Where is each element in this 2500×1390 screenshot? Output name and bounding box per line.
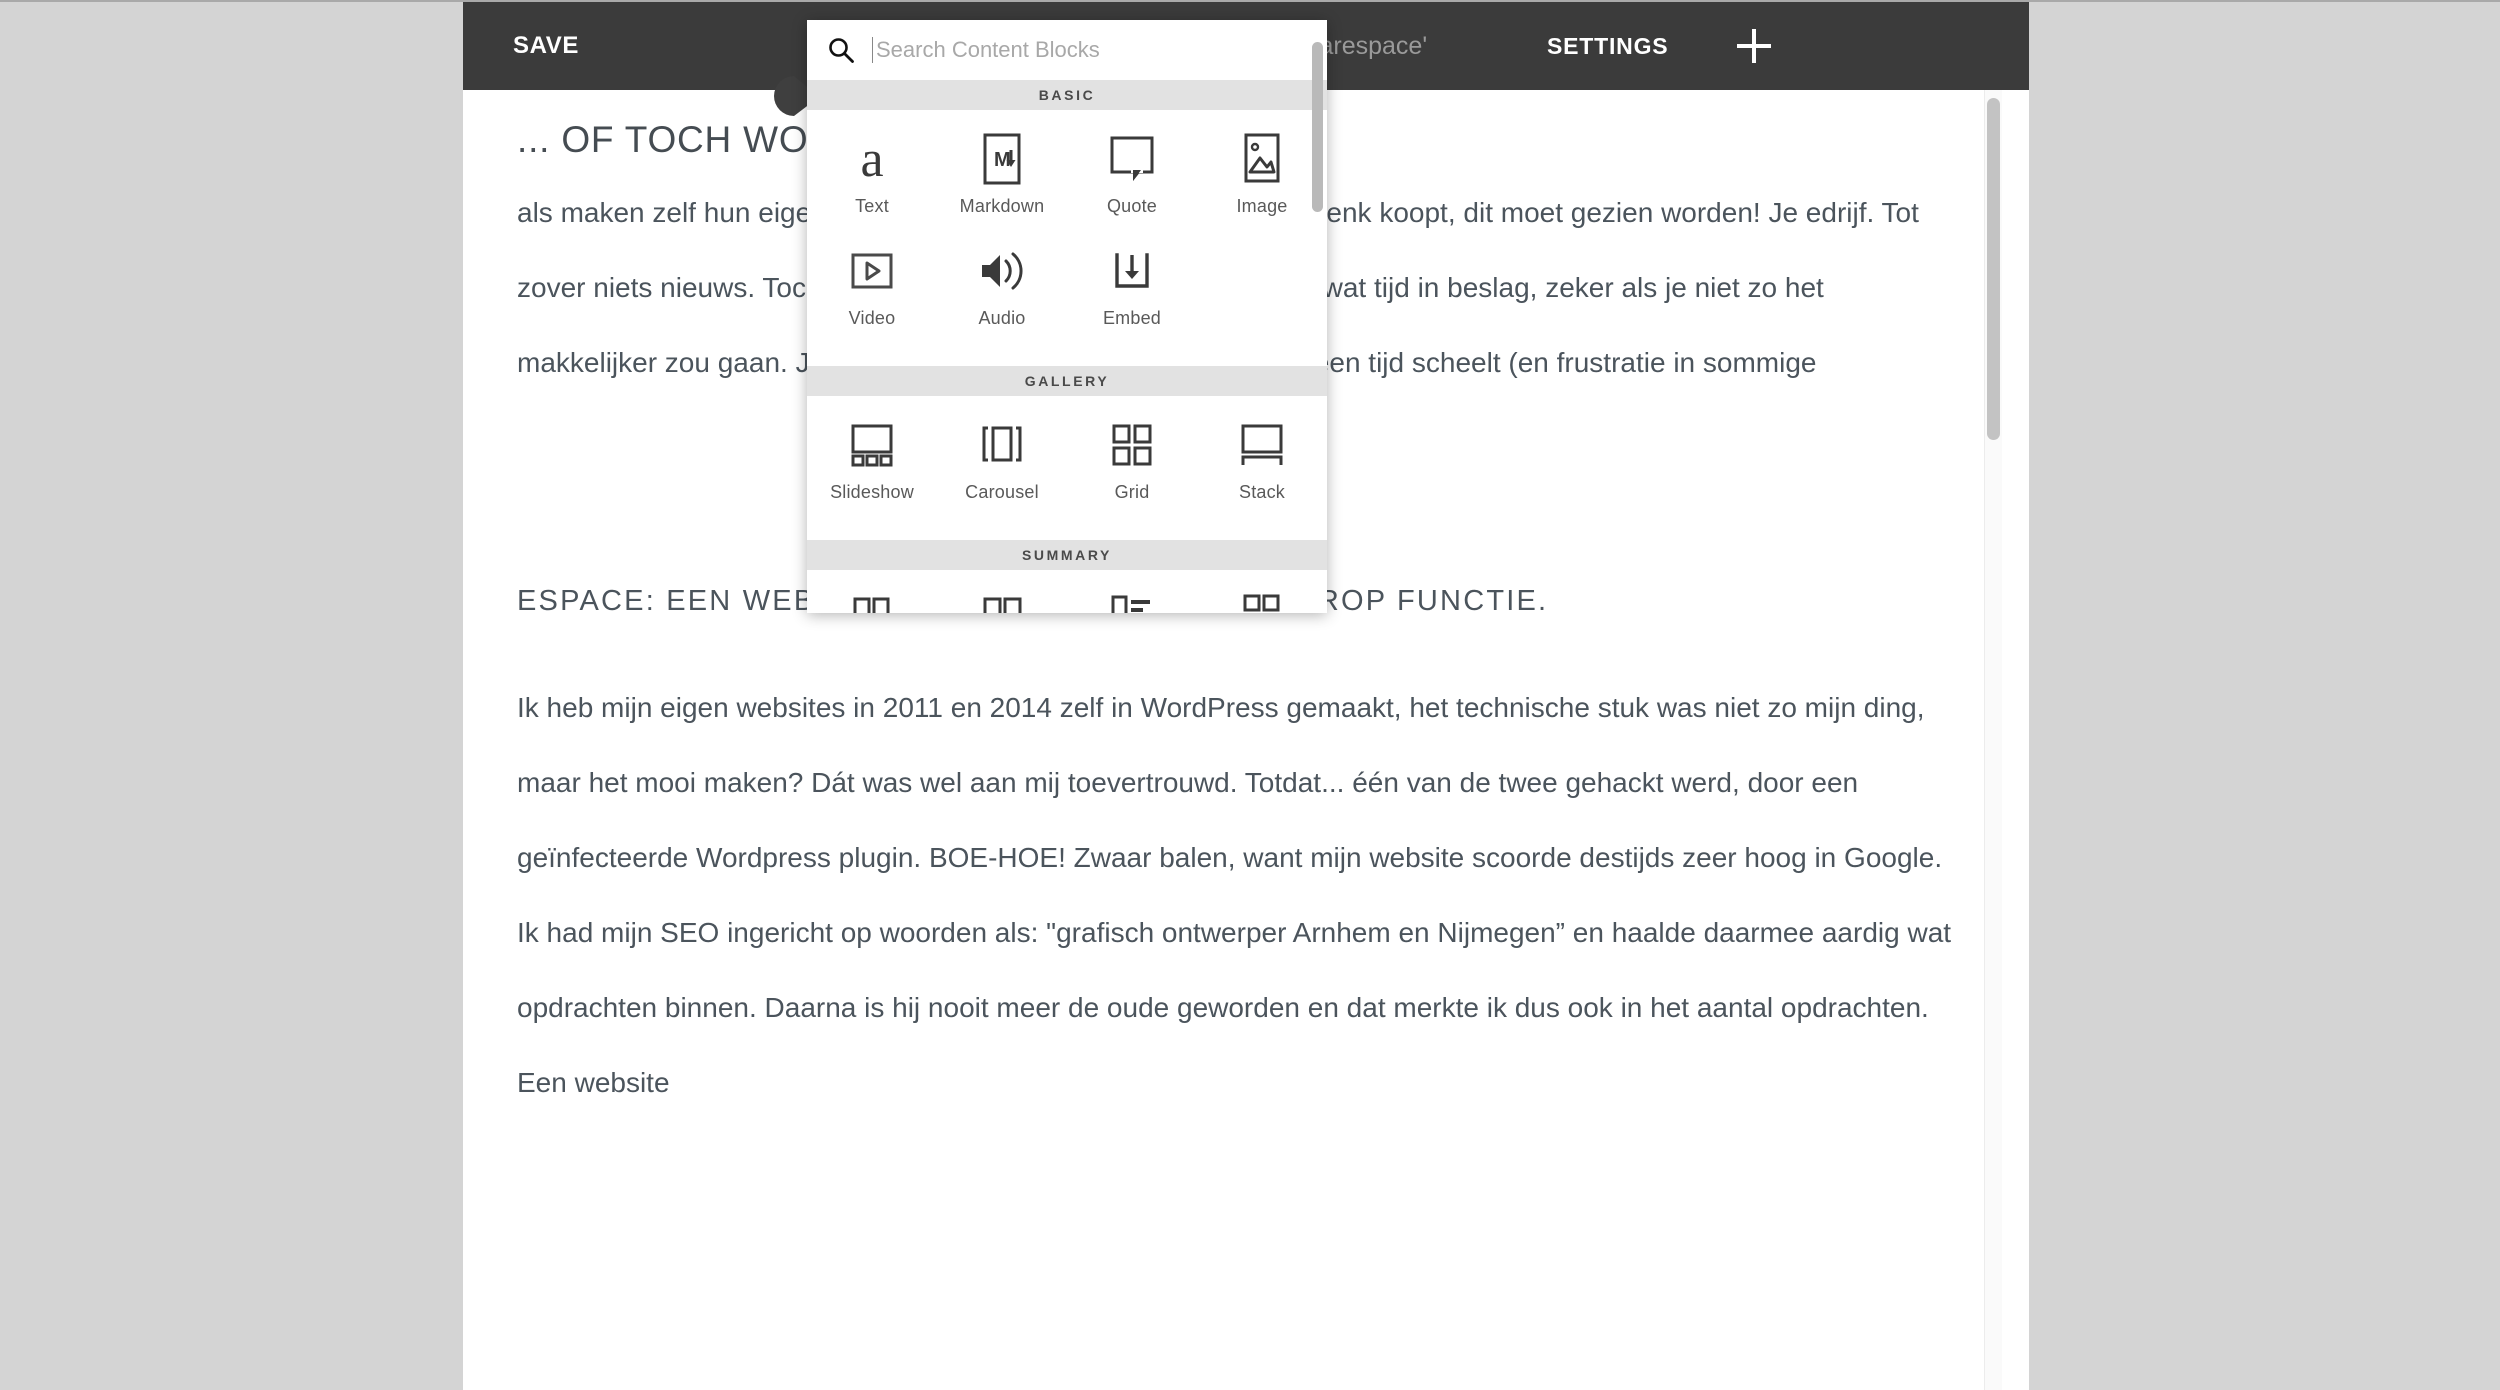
summary-wall-icon (848, 588, 896, 613)
panel-scrollbar-thumb[interactable] (1312, 42, 1323, 212)
content-block-picker-panel: BASIC a Text M (807, 20, 1327, 613)
block-item-summary-wall[interactable] (807, 588, 937, 613)
block-item-video[interactable]: Video (807, 240, 937, 352)
quote-bubble-icon (1107, 128, 1157, 190)
page-scrollbar-thumb[interactable] (1987, 98, 2000, 440)
block-label: Carousel (965, 482, 1039, 502)
block-label: Grid (1114, 482, 1150, 502)
block-item-stack[interactable]: Stack (1197, 414, 1327, 526)
group-body-basic: a Text M Markdown Quote Image Video Audi… (807, 110, 1327, 366)
summary-grid-icon (978, 588, 1026, 613)
audio-speaker-icon (976, 240, 1028, 302)
text-a-icon: a (849, 128, 895, 190)
gallery-carousel-icon (978, 414, 1026, 476)
markdown-icon: M (980, 128, 1024, 190)
summary-carousel-icon (1238, 588, 1286, 613)
embed-download-icon (1107, 240, 1157, 302)
video-play-icon (847, 240, 897, 302)
block-item-summary-carousel[interactable] (1197, 588, 1327, 613)
block-item-markdown[interactable]: M Markdown (937, 128, 1067, 240)
block-label: Stack (1238, 482, 1286, 502)
block-item-text[interactable]: a Text (807, 128, 937, 240)
gallery-stack-icon (1238, 414, 1286, 476)
block-item-grid[interactable]: Grid (1067, 414, 1197, 526)
save-button[interactable]: SAVE (513, 32, 579, 60)
plus-icon[interactable] (1731, 23, 1777, 69)
block-label: Audio (978, 308, 1026, 328)
block-item-summary-grid[interactable] (937, 588, 1067, 613)
summary-list-icon (1107, 588, 1157, 613)
block-label: Quote (1106, 196, 1158, 216)
block-label: Embed (1102, 308, 1162, 328)
group-body-summary (807, 570, 1327, 613)
screen-root: SAVE Squarespace' SETTINGS ... OF TOCH W… (0, 0, 2500, 1390)
group-header-summary: SUMMARY (807, 540, 1327, 570)
search-icon (827, 36, 855, 64)
gallery-slideshow-icon (848, 414, 896, 476)
group-header-basic: BASIC (807, 80, 1327, 110)
block-label: Text (855, 196, 889, 216)
site-content-column: SAVE Squarespace' SETTINGS ... OF TOCH W… (463, 2, 2029, 1390)
block-label: Slideshow (830, 482, 914, 502)
svg-text:a: a (860, 132, 883, 186)
block-item-quote[interactable]: Quote (1067, 128, 1197, 240)
block-search-bar[interactable] (807, 20, 1327, 80)
search-input[interactable] (876, 37, 1276, 63)
block-label: Video (848, 308, 896, 328)
block-item-image[interactable]: Image (1197, 128, 1327, 240)
text-caret (872, 37, 873, 63)
group-header-gallery: GALLERY (807, 366, 1327, 396)
block-label: Image (1236, 196, 1288, 216)
image-icon (1240, 128, 1284, 190)
block-item-slideshow[interactable]: Slideshow (807, 414, 937, 526)
block-item-embed[interactable]: Embed (1067, 240, 1197, 352)
group-body-gallery: Slideshow Carousel Grid Stack (807, 396, 1327, 540)
article-paragraph-2: Ik heb mijn eigen websites in 2011 en 20… (517, 692, 1952, 1098)
block-item-summary-list[interactable] (1067, 588, 1197, 613)
gallery-grid-icon (1109, 414, 1155, 476)
settings-button[interactable]: SETTINGS (1547, 33, 1668, 60)
block-item-audio[interactable]: Audio (937, 240, 1067, 352)
block-item-carousel[interactable]: Carousel (937, 414, 1067, 526)
block-label: Markdown (959, 196, 1045, 216)
